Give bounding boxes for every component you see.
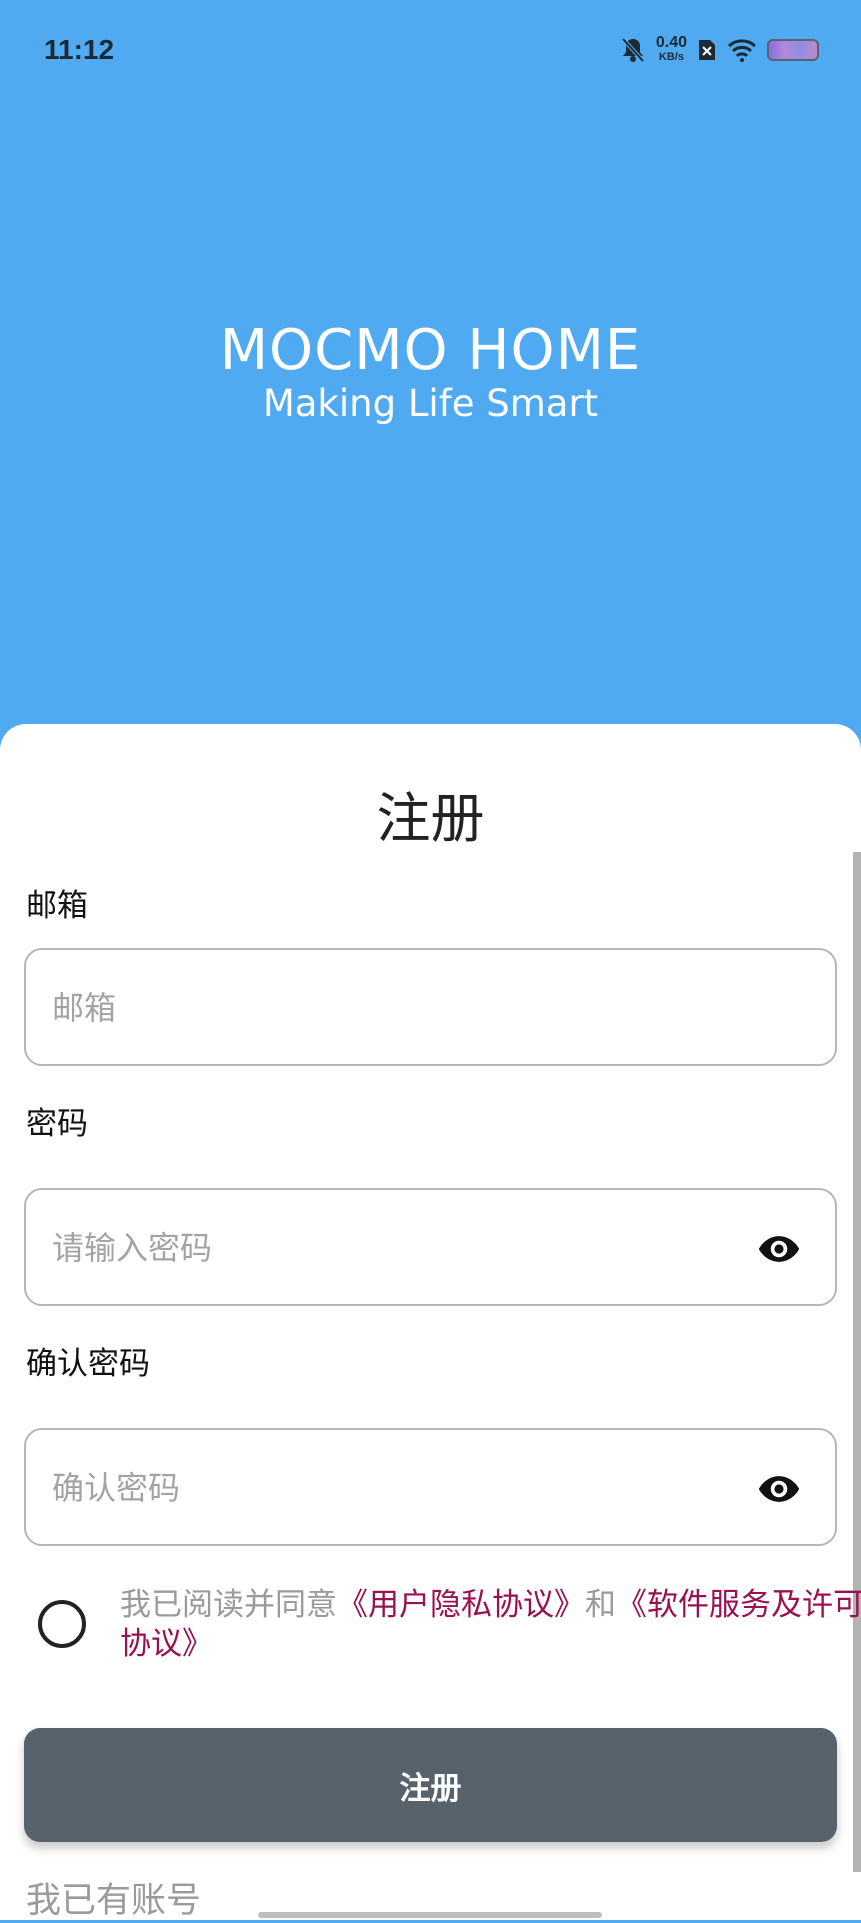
brand-title: MOCMO HOME <box>219 318 642 383</box>
brand-subtitle: Making Life Smart <box>262 382 599 425</box>
have-account-link[interactable]: 我已有账号 <box>26 1872 201 1923</box>
brand-header: MOCMO HOME Making Life Smart <box>0 318 861 425</box>
register-button[interactable]: 注册 <box>24 1728 837 1842</box>
agreement-text: 我已阅读并同意《用户隐私协议》和《软件服务及许可协议》 <box>120 1586 861 1664</box>
eye-icon[interactable] <box>757 1227 801 1271</box>
network-speed-value: 0.40 <box>655 34 687 51</box>
status-bar: 11:12 0.40 KB/s <box>0 0 861 100</box>
wifi-icon <box>727 39 757 62</box>
email-label: 邮箱 <box>26 888 88 924</box>
privacy-policy-link[interactable]: 《用户隐私协议》 <box>337 1587 585 1623</box>
confirm-password-field-box <box>24 1428 837 1546</box>
status-icons: 0.40 KB/s <box>620 32 819 68</box>
bell-muted-icon <box>621 37 645 63</box>
agreement-prefix: 我已阅读并同意 <box>120 1587 337 1623</box>
battery-icon <box>767 39 819 61</box>
password-label: 密码 <box>26 1106 88 1142</box>
email-field[interactable] <box>50 950 734 1066</box>
home-indicator[interactable] <box>258 1912 602 1918</box>
sim-off-icon <box>699 40 715 60</box>
scrollbar[interactable] <box>853 852 861 1872</box>
register-sheet: 注册 邮箱 密码 确认密码 我已阅读并同意《用户隐私协议》和《软件服务及许可协议… <box>0 724 861 1923</box>
email-field-box <box>24 948 837 1066</box>
confirm-password-label: 确认密码 <box>26 1346 150 1382</box>
password-field[interactable] <box>50 1190 734 1306</box>
password-field-box <box>24 1188 837 1306</box>
confirm-password-field[interactable] <box>50 1430 734 1546</box>
page-title: 注册 <box>376 787 485 850</box>
agreement-and: 和 <box>585 1587 616 1623</box>
network-speed: 0.40 KB/s <box>655 34 687 64</box>
agree-radio[interactable] <box>38 1600 86 1648</box>
eye-icon[interactable] <box>757 1467 801 1511</box>
network-speed-unit: KB/s <box>658 51 684 63</box>
status-time: 11:12 <box>44 34 115 65</box>
